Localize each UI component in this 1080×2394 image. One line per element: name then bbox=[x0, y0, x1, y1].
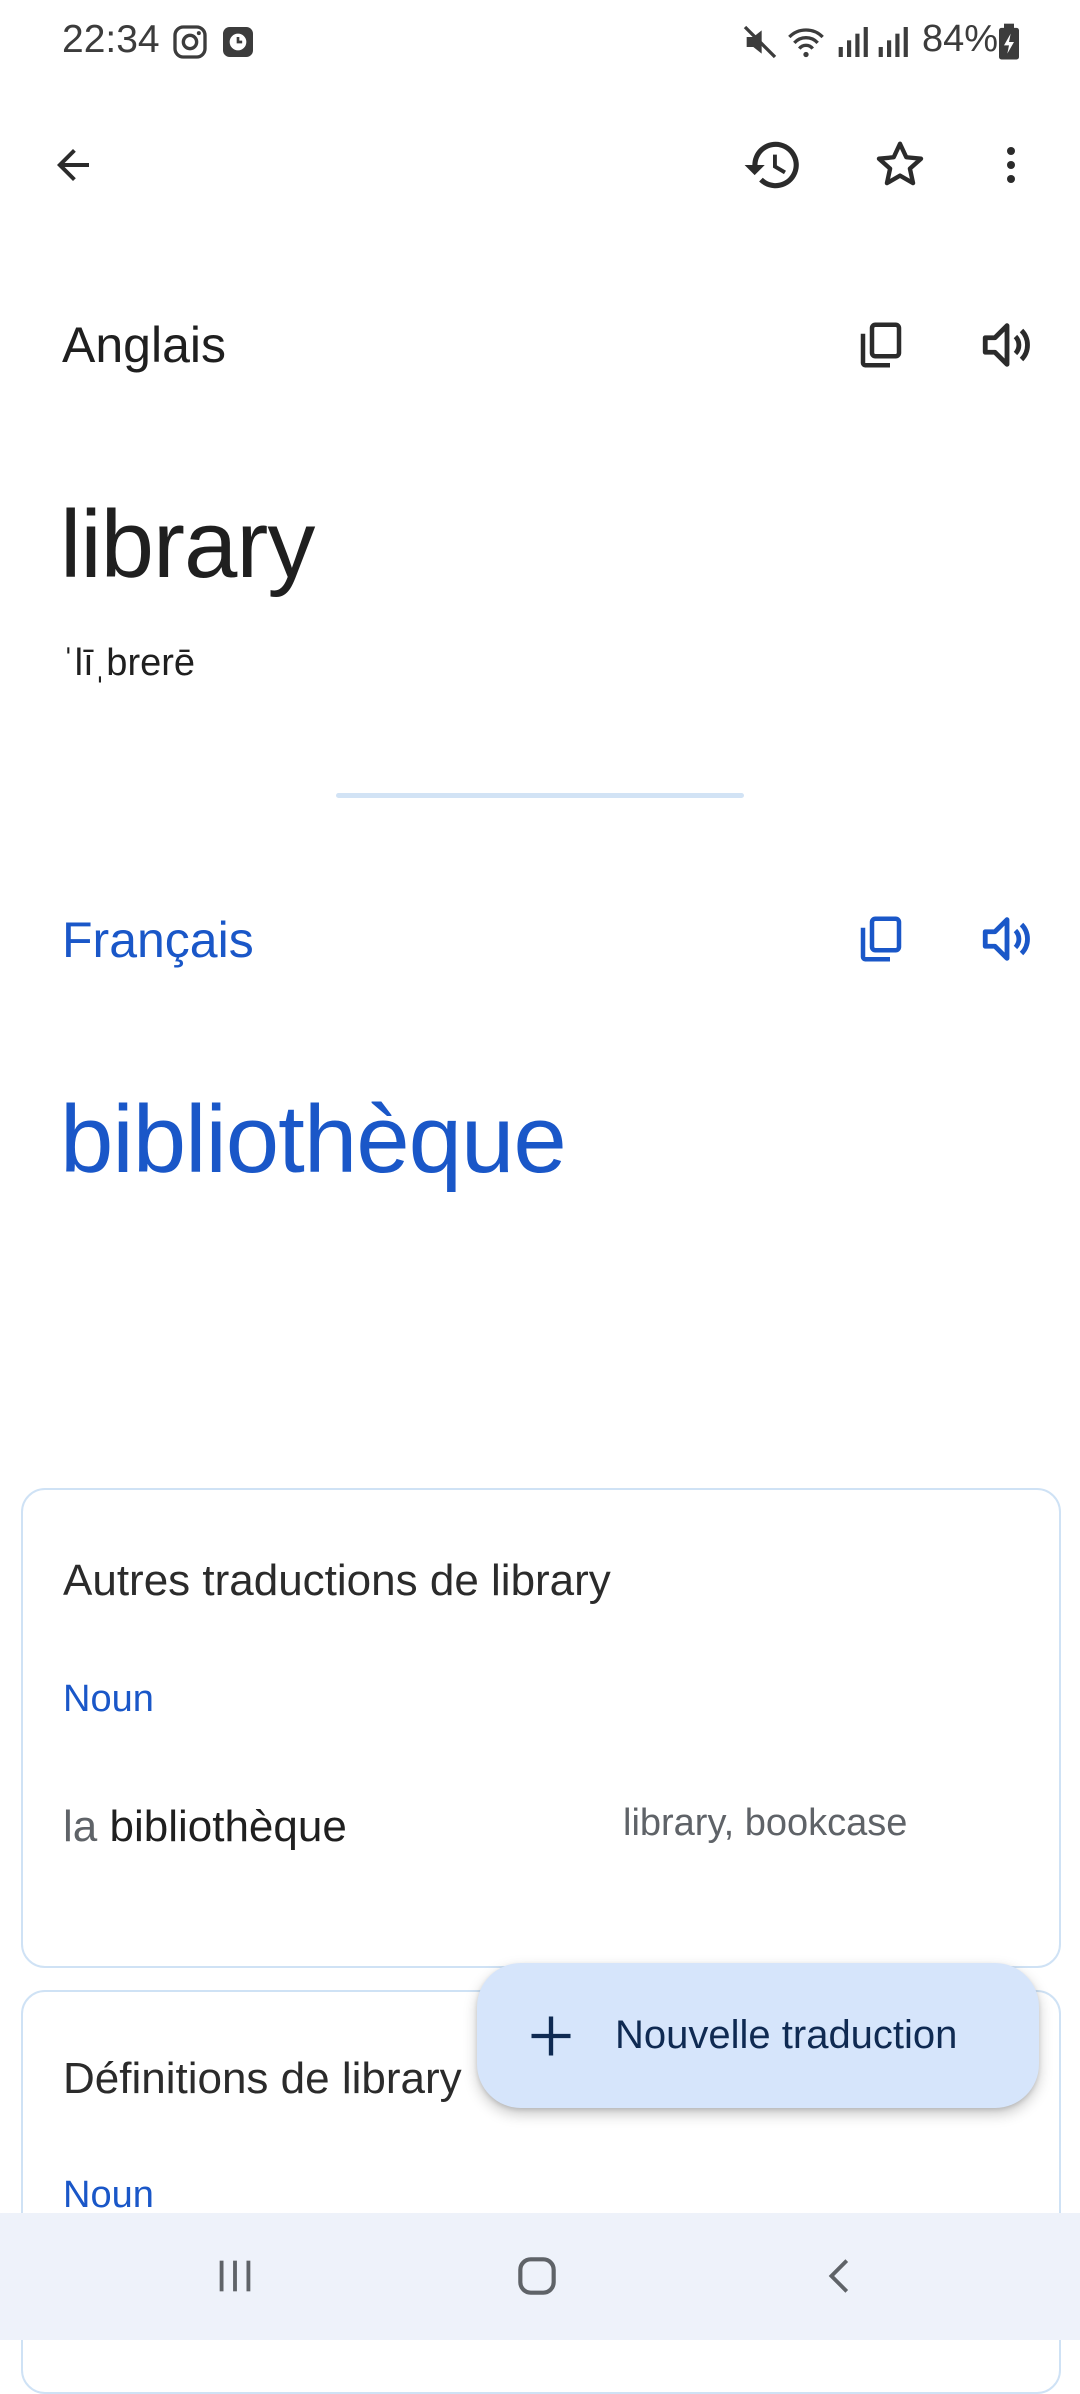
system-back-button[interactable] bbox=[796, 2231, 886, 2321]
mute-icon bbox=[743, 25, 777, 59]
more-options-button[interactable] bbox=[966, 120, 1056, 210]
status-bar: 22:34 84% bbox=[0, 0, 1080, 84]
back-arrow-icon bbox=[57, 149, 89, 181]
copy-translation-button[interactable] bbox=[836, 894, 926, 984]
chevron-left-icon bbox=[828, 2259, 849, 2293]
copy-icon bbox=[860, 916, 902, 962]
favorite-button[interactable] bbox=[855, 120, 945, 210]
instagram-icon bbox=[173, 25, 207, 59]
recent-apps-button[interactable] bbox=[190, 2231, 280, 2321]
battery-percent: 84% bbox=[921, 18, 998, 60]
reverse-translations: library, bookcase bbox=[623, 1802, 908, 1844]
article: la bbox=[63, 1802, 98, 1851]
translation-row[interactable]: la bibliothèque bbox=[63, 1802, 347, 1852]
speak-translation-button[interactable] bbox=[962, 894, 1052, 984]
clock-app-icon bbox=[223, 27, 253, 57]
section-divider[interactable] bbox=[336, 793, 744, 798]
system-navigation-bar bbox=[0, 2213, 1080, 2340]
definitions-title: Définitions de library bbox=[63, 2054, 462, 2103]
signal-icon bbox=[878, 27, 908, 57]
plus-icon bbox=[531, 2016, 571, 2055]
speak-source-button[interactable] bbox=[962, 300, 1052, 390]
speaker-icon bbox=[982, 323, 1030, 367]
more-vert-icon bbox=[1007, 147, 1015, 183]
part-of-speech-label: Noun bbox=[63, 2174, 154, 2216]
history-icon bbox=[744, 141, 799, 189]
battery-charging-icon bbox=[999, 23, 1019, 60]
copy-icon bbox=[860, 322, 902, 368]
other-translations-title: Autres traductions de library bbox=[63, 1556, 611, 1605]
copy-source-button[interactable] bbox=[836, 300, 926, 390]
source-language-label[interactable]: Anglais bbox=[62, 316, 226, 374]
other-translations-card: Autres traductions de library Noun la bi… bbox=[21, 1488, 1061, 1968]
new-translation-button[interactable]: Nouvelle traduction bbox=[477, 1963, 1039, 2108]
speaker-icon bbox=[982, 917, 1030, 961]
translation-text[interactable]: bibliothèque bbox=[60, 1085, 567, 1195]
translation-word: bibliothèque bbox=[109, 1802, 347, 1851]
history-button[interactable] bbox=[728, 120, 818, 210]
signal-icon bbox=[838, 27, 868, 57]
new-translation-label: Nouvelle traduction bbox=[615, 2013, 958, 2057]
part-of-speech-label: Noun bbox=[63, 1678, 154, 1720]
home-icon bbox=[518, 2257, 556, 2295]
source-text[interactable]: library bbox=[60, 490, 315, 600]
star-icon bbox=[876, 141, 924, 186]
target-language-label[interactable]: Français bbox=[62, 911, 254, 969]
wifi-icon bbox=[788, 28, 824, 58]
source-phonetic: ˈlīˌbrerē bbox=[62, 642, 196, 684]
status-time: 22:34 bbox=[62, 18, 160, 61]
recent-apps-icon bbox=[219, 2260, 251, 2292]
home-button[interactable] bbox=[492, 2231, 582, 2321]
back-button[interactable] bbox=[28, 120, 118, 210]
